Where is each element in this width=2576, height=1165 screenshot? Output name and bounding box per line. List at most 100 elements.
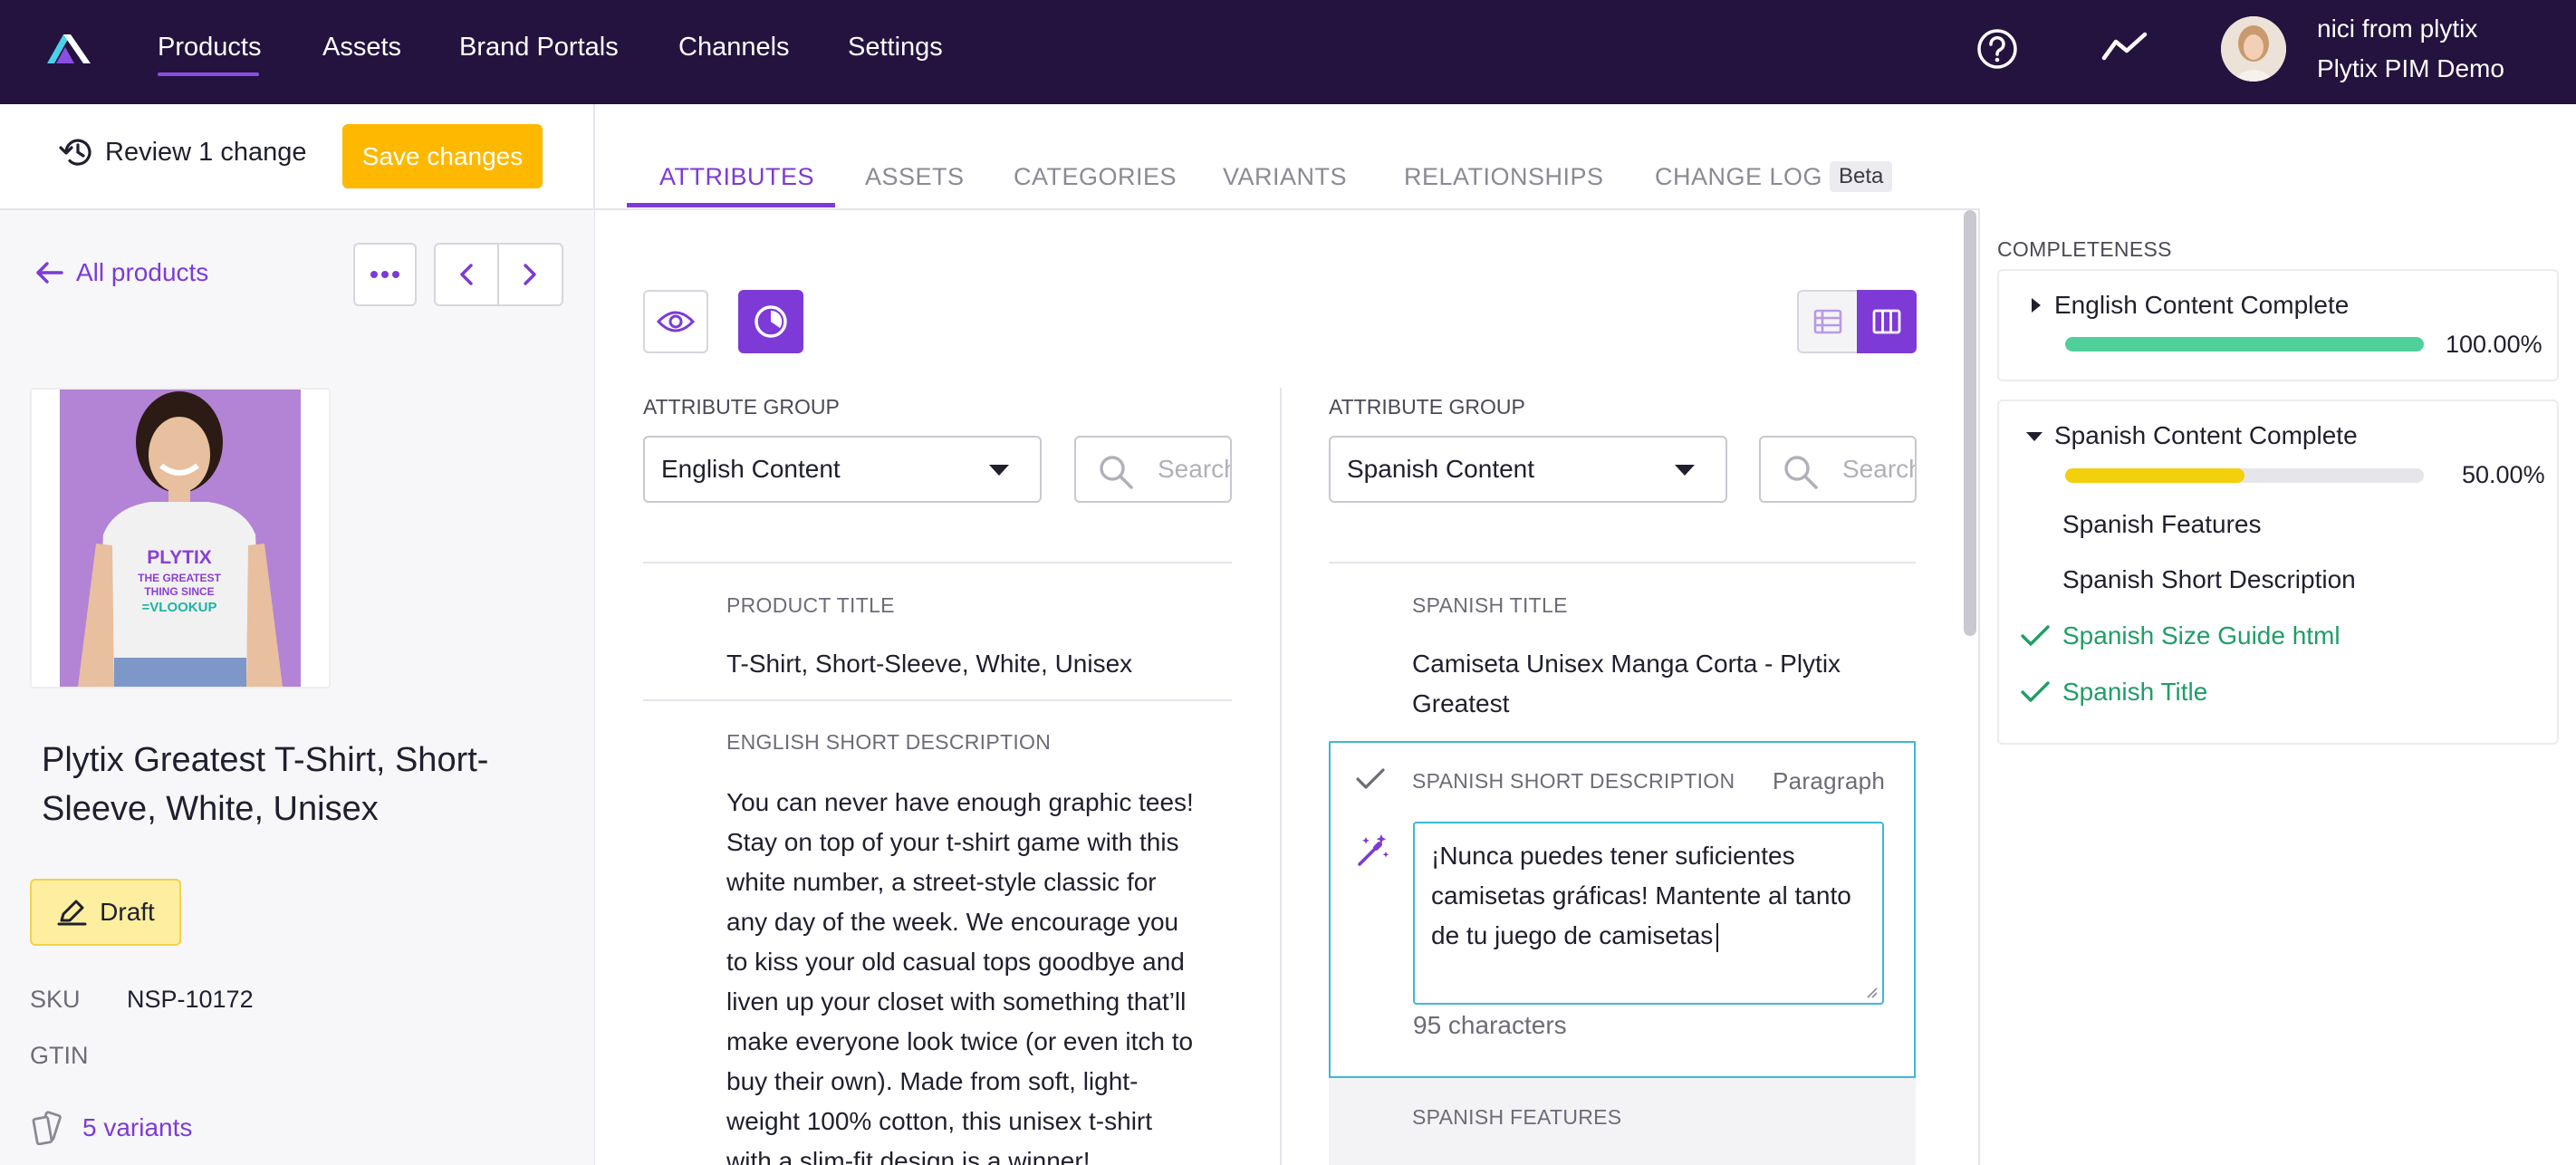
textarea-line: camisetas gráficas! Mantente al tanto: [1431, 881, 1851, 910]
help-icon[interactable]: [1975, 26, 2020, 72]
sku-value: NSP-10172: [127, 986, 254, 1013]
tab-categories[interactable]: CATEGORIES: [1014, 163, 1177, 191]
collapse-caret-down-icon[interactable]: [2026, 432, 2043, 441]
tab-active-indicator: [627, 203, 835, 207]
field-type-label: Paragraph: [1773, 767, 1886, 794]
review-changes-label: Review 1 change: [105, 137, 307, 167]
user-avatar[interactable]: [2221, 16, 2286, 82]
completeness-group-name[interactable]: English Content Complete: [2054, 291, 2349, 320]
spanish-title-value[interactable]: Camiseta Unisex Manga Corta - Plytix Gre…: [1412, 644, 1901, 724]
spanish-title-label: SPANISH TITLE: [1412, 593, 1568, 617]
content-scrollbar[interactable]: [1964, 210, 1976, 636]
review-changes-button[interactable]: Review 1 change: [58, 136, 306, 168]
columns-layout-button[interactable]: [1857, 290, 1917, 353]
ellipsis-icon: [370, 271, 399, 278]
description-line: liven up your closet with something that…: [726, 987, 1187, 1016]
columns-view-icon: [1872, 309, 1901, 334]
attribute-group-select-spanish[interactable]: Spanish Content: [1329, 436, 1727, 503]
requirement-item-done[interactable]: Spanish Title: [2062, 678, 2207, 707]
check-done-icon: [2021, 681, 2050, 702]
arrow-left-icon: [36, 262, 63, 284]
svg-text:PLYTIX: PLYTIX: [147, 547, 212, 568]
chevron-right-icon: [524, 264, 536, 285]
textarea-line: de tu juego de camisetas: [1431, 921, 1714, 949]
character-count: 95 characters: [1413, 1011, 1567, 1039]
more-options-button[interactable]: [353, 243, 417, 306]
english-short-description-label: ENGLISH SHORT DESCRIPTION: [726, 730, 1052, 754]
eye-icon: [656, 311, 696, 332]
resize-handle-icon[interactable]: [1866, 987, 1879, 999]
description-line: make everyone look twice (or even itch t…: [726, 1027, 1194, 1055]
requirement-item[interactable]: Spanish Short Description: [2062, 565, 2356, 594]
check-done-icon: [2021, 625, 2050, 646]
nav-active-indicator: [158, 72, 259, 76]
attribute-group-label-english: ATTRIBUTE GROUP: [643, 395, 840, 419]
product-pager: [434, 243, 563, 306]
nav-products[interactable]: Products: [158, 33, 261, 63]
field-divider: [643, 562, 1232, 563]
expand-caret-right-icon[interactable]: [2032, 298, 2041, 313]
product-image[interactable]: PLYTIX THE GREATEST THING SINCE =VLOOKUP: [60, 390, 301, 687]
organization-name[interactable]: Plytix PIM Demo: [2317, 54, 2504, 83]
completeness-toggle-button[interactable]: [738, 290, 803, 353]
completeness-group-name[interactable]: Spanish Content Complete: [2054, 421, 2358, 450]
plytix-logo-icon[interactable]: [43, 27, 94, 67]
search-placeholder: Search: [1842, 455, 1917, 483]
search-input-spanish[interactable]: Search: [1759, 436, 1917, 503]
user-name[interactable]: nici from plytix: [2317, 14, 2477, 43]
completeness-progress-bar: [2065, 337, 2424, 351]
nav-channels[interactable]: Channels: [678, 33, 790, 63]
status-draft-button[interactable]: Draft: [30, 879, 181, 946]
history-icon: [59, 139, 91, 166]
search-input-english[interactable]: Search: [1074, 436, 1232, 503]
tab-relationships[interactable]: RELATIONSHIPS: [1404, 163, 1604, 191]
tab-variants[interactable]: VARIANTS: [1223, 163, 1347, 191]
product-name: Plytix Greatest T-Shirt, Short-Sleeve, W…: [42, 741, 489, 828]
title-line: Camiseta Unisex Manga Corta - Plytix: [1412, 650, 1841, 678]
svg-text:THING SINCE: THING SINCE: [144, 585, 214, 598]
nav-brand-portals[interactable]: Brand Portals: [459, 33, 619, 63]
completeness-percent: 100.00%: [2446, 331, 2542, 358]
all-products-link[interactable]: All products: [34, 258, 208, 287]
all-products-label: All products: [76, 258, 209, 286]
attribute-group-select-english[interactable]: English Content: [643, 436, 1042, 503]
requirement-item-done[interactable]: Spanish Size Guide html: [2062, 621, 2341, 650]
tab-change-log[interactable]: CHANGE LOG: [1655, 163, 1822, 191]
description-line: Stay on top of your t-shirt game with th…: [726, 828, 1179, 856]
field-divider: [1329, 562, 1916, 563]
variants-link[interactable]: 5 variants: [30, 1111, 192, 1145]
attribute-group-value: Spanish Content: [1347, 455, 1535, 483]
tab-assets[interactable]: ASSETS: [865, 163, 965, 191]
beta-badge: Beta: [1830, 161, 1893, 192]
next-product-button[interactable]: [499, 245, 562, 304]
description-line: with a slim-fit design is a winner!: [726, 1147, 1091, 1165]
pie-progress-icon: [755, 305, 787, 338]
completeness-percent: 50.00%: [2462, 461, 2545, 488]
magic-wand-icon[interactable]: [1354, 832, 1392, 870]
requirement-item[interactable]: Spanish Features: [2062, 510, 2261, 539]
variants-label: 5 variants: [82, 1113, 193, 1141]
spanish-short-description-label: SPANISH SHORT DESCRIPTION: [1412, 769, 1735, 793]
nav-assets[interactable]: Assets: [322, 33, 401, 63]
columns-divider: [1280, 388, 1282, 1165]
spanish-short-description-textarea[interactable]: ¡Nunca puedes tener suficientes camiseta…: [1413, 822, 1884, 1005]
previous-product-button[interactable]: [436, 245, 499, 304]
checkmark-icon[interactable]: [1355, 766, 1386, 792]
search-icon: [1784, 456, 1818, 489]
product-title-value[interactable]: T-Shirt, Short-Sleeve, White, Unisex: [726, 644, 1132, 684]
product-title-label: PRODUCT TITLE: [726, 593, 895, 617]
progress-fill-english: [2065, 337, 2424, 351]
caret-down-icon: [1675, 465, 1695, 476]
description-line: weight 100% cotton, this unisex t-shirt: [726, 1107, 1153, 1135]
activity-chart-icon[interactable]: [2101, 31, 2148, 63]
svg-text:THE GREATEST: THE GREATEST: [138, 572, 221, 584]
gtin-label: GTIN: [30, 1042, 89, 1069]
caret-down-icon: [989, 465, 1009, 476]
nav-settings[interactable]: Settings: [848, 33, 943, 63]
save-changes-button[interactable]: Save changes: [342, 124, 543, 188]
pencil-icon: [57, 900, 87, 926]
view-toggle-button[interactable]: [643, 290, 708, 353]
english-short-description-value[interactable]: You can never have enough graphic tees! …: [726, 783, 1216, 1165]
list-layout-button[interactable]: [1797, 290, 1859, 353]
tab-attributes[interactable]: ATTRIBUTES: [659, 163, 814, 191]
